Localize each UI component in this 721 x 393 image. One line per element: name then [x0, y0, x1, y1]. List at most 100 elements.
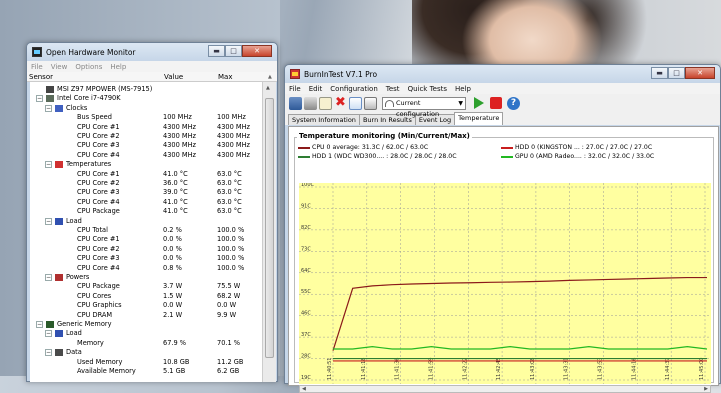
sensor-max: 100.0 %: [217, 244, 245, 253]
sensor-row[interactable]: CPU Core #1 4300 MHz 4300 MHz: [30, 123, 262, 132]
sensor-row[interactable]: CPU Cores 1.5 W 68.2 W: [30, 292, 262, 301]
collapse-toggle-icon[interactable]: −: [36, 321, 43, 328]
legend-swatch: [501, 155, 513, 158]
sensor-row[interactable]: CPU Total 0.2 % 100.0 %: [30, 226, 262, 235]
sensor-label: CPU Package: [77, 282, 120, 291]
collapse-toggle-icon[interactable]: −: [45, 161, 52, 169]
temperature-groupbox: Temperature monitoring (Min/Current/Max)…: [294, 132, 714, 393]
sensor-row[interactable]: CPU Package 41.0 °C 63.0 °C: [30, 207, 262, 216]
collapse-toggle-icon[interactable]: −: [45, 217, 52, 225]
sensor-max: 75.5 W: [217, 282, 241, 291]
maximize-button[interactable]: □: [225, 45, 242, 57]
chart-scrollbar[interactable]: ◀ ▶: [299, 385, 711, 393]
sensor-row[interactable]: − Load: [30, 217, 262, 226]
play-icon[interactable]: [474, 97, 484, 109]
sensor-row[interactable]: CPU Core #2 4300 MHz 4300 MHz: [30, 132, 262, 141]
column-sensor[interactable]: Sensor: [27, 73, 162, 81]
menu-test[interactable]: Test: [386, 85, 400, 93]
menu-edit[interactable]: Edit: [309, 85, 323, 93]
scroll-right-icon[interactable]: ▶: [704, 386, 708, 392]
maximize-button[interactable]: □: [668, 67, 685, 79]
sensor-row[interactable]: CPU Core #4 0.8 % 100.0 %: [30, 264, 262, 273]
tab-system-information[interactable]: System Information: [288, 114, 360, 125]
column-value[interactable]: Value: [162, 73, 216, 81]
delete-x-icon[interactable]: ✖: [334, 96, 347, 110]
sensor-row[interactable]: CPU Graphics 0.0 W 0.0 W: [30, 301, 262, 310]
column-max[interactable]: Max: [216, 73, 266, 81]
sensor-label: CPU Package: [77, 207, 120, 216]
menu-file[interactable]: File: [31, 63, 43, 71]
sensor-row[interactable]: CPU Core #2 0.0 % 100.0 %: [30, 245, 262, 254]
collapse-toggle-icon[interactable]: −: [45, 274, 52, 281]
sensor-row[interactable]: CPU Package 3.7 W 75.5 W: [30, 282, 262, 291]
sensor-tree[interactable]: MSI Z97 MPOWER (MS-7915) − Intel Core i7-4…: [30, 82, 262, 382]
copy-icon[interactable]: [304, 96, 317, 110]
clock-icon: [55, 104, 63, 112]
tab-temperature[interactable]: Temperature: [454, 112, 504, 125]
clipboard-icon[interactable]: [319, 96, 332, 110]
sensor-label: CPU Core #4: [77, 197, 120, 206]
menu-quick-tests[interactable]: Quick Tests: [408, 85, 447, 93]
save-icon[interactable]: [289, 96, 302, 110]
sensor-row[interactable]: Memory 67.9 % 70.1 %: [30, 339, 262, 348]
sensor-row[interactable]: Available Memory 5.1 GB 6.2 GB: [30, 367, 262, 376]
menu-help[interactable]: Help: [110, 63, 126, 71]
stop-icon[interactable]: [490, 97, 502, 109]
edit-config-icon[interactable]: [349, 96, 362, 110]
collapse-toggle-icon[interactable]: −: [36, 95, 43, 103]
scroll-left-icon[interactable]: ◀: [302, 386, 306, 392]
menu-options[interactable]: Options: [75, 63, 102, 71]
sensor-row[interactable]: CPU Core #1 41.0 °C 63.0 °C: [30, 170, 262, 179]
sensor-row[interactable]: − Generic Memory: [30, 320, 262, 329]
close-button[interactable]: ✕: [242, 45, 272, 57]
collapse-toggle-icon[interactable]: −: [45, 104, 52, 112]
scroll-thumb[interactable]: [265, 98, 274, 358]
sensor-label: CPU Core #4: [77, 150, 120, 159]
y-tick-label: 73C: [301, 246, 311, 252]
minimize-button[interactable]: ▬: [651, 67, 668, 79]
sensor-row[interactable]: CPU Core #3 0.0 % 100.0 %: [30, 254, 262, 263]
sensor-row[interactable]: Bus Speed 100 MHz 100 MHz: [30, 113, 262, 122]
collapse-toggle-icon[interactable]: −: [45, 349, 52, 357]
sensor-row[interactable]: CPU Core #4 41.0 °C 63.0 °C: [30, 198, 262, 207]
ohm-window-controls: ▬ □ ✕: [208, 45, 272, 57]
sensor-row[interactable]: − Temperatures: [30, 160, 262, 169]
help-icon[interactable]: ?: [507, 96, 520, 110]
sensor-row[interactable]: MSI Z97 MPOWER (MS-7915): [30, 85, 262, 94]
ohm-titlebar[interactable]: Open Hardware Monitor ▬ □ ✕: [27, 43, 277, 61]
sensor-row[interactable]: CPU Core #2 36.0 °C 63.0 °C: [30, 179, 262, 188]
menu-help[interactable]: Help: [455, 85, 471, 93]
sensor-row[interactable]: − Powers: [30, 273, 262, 282]
sensor-label: Used Memory: [77, 357, 123, 366]
sensor-label: CPU Core #2: [77, 179, 120, 187]
sensor-row[interactable]: − Data: [30, 348, 262, 357]
minimize-button[interactable]: ▬: [208, 45, 225, 57]
ohm-app-icon: [32, 47, 42, 57]
close-button[interactable]: ✕: [685, 67, 715, 79]
sensor-row[interactable]: CPU Core #3 4300 MHz 4300 MHz: [30, 141, 262, 150]
menu-view[interactable]: View: [51, 63, 68, 71]
sensor-row[interactable]: CPU Core #4 4300 MHz 4300 MHz: [30, 151, 262, 160]
sensor-max: 63.0 °C: [217, 197, 242, 206]
sensor-row[interactable]: Used Memory 10.8 GB 11.2 GB: [30, 358, 262, 367]
sensor-row[interactable]: CPU DRAM 2.1 W 9.9 W: [30, 311, 262, 320]
sort-up-icon: ▲: [268, 73, 272, 80]
sensor-label: MSI Z97 MPOWER (MS-7915): [57, 85, 153, 93]
sensor-row[interactable]: CPU Core #3 39.0 °C 63.0 °C: [30, 188, 262, 197]
menu-configuration[interactable]: Configuration: [330, 85, 377, 93]
menu-file[interactable]: File: [289, 85, 301, 93]
sensor-row[interactable]: − Clocks: [30, 104, 262, 113]
sensor-value: 4300 MHz: [163, 150, 196, 159]
sensor-row[interactable]: − Load: [30, 329, 262, 338]
configuration-select[interactable]: Current configuration ▼: [382, 96, 466, 118]
tree-scrollbar[interactable]: ▲: [262, 82, 276, 382]
collapse-toggle-icon[interactable]: −: [45, 330, 52, 338]
print-icon[interactable]: [364, 96, 377, 110]
scroll-up-icon[interactable]: ▲: [266, 85, 270, 91]
temperature-panel: Temperature monitoring (Min/Current/Max)…: [288, 126, 719, 393]
sensor-row[interactable]: CPU Core #1 0.0 % 100.0 %: [30, 235, 262, 244]
bit-titlebar[interactable]: BurnInTest V7.1 Pro ▬ □ ✕: [285, 65, 720, 83]
sensor-max: 11.2 GB: [217, 357, 244, 366]
chart-background: [299, 183, 711, 384]
sensor-row[interactable]: − Intel Core i7-4790K: [30, 94, 262, 103]
